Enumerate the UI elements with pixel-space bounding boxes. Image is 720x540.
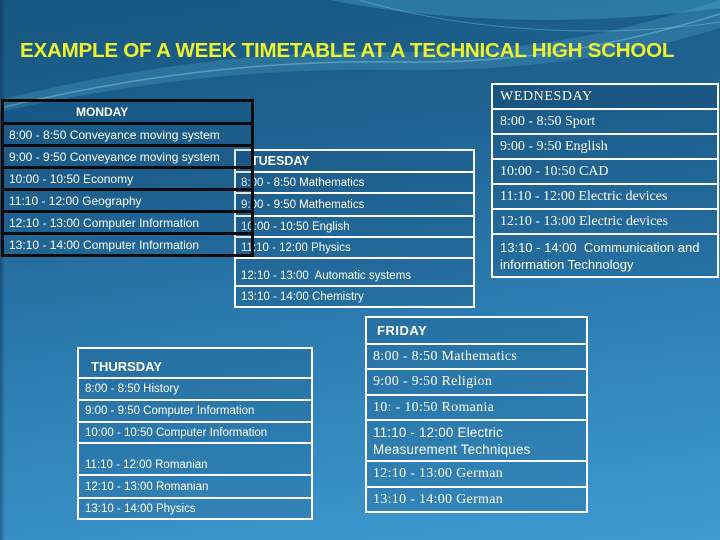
monday-slot: 12:10 - 13:00 Computer Information — [4, 210, 251, 232]
thursday-slot: 8:00 - 8:50 History — [79, 377, 311, 399]
wednesday-slot: 10:00 - 10:50 CAD — [493, 158, 717, 183]
wednesday-slot: 13:10 - 14:00 Communication and informat… — [493, 233, 717, 276]
left-edge-shade — [0, 0, 5, 540]
friday-slot: 9:00 - 9:50 Religion — [367, 368, 586, 394]
tuesday-slot: 8:00 - 8:50 Mathematics — [236, 171, 473, 192]
tuesday-slot: 11:10 - 12:00 Physics — [236, 236, 473, 257]
friday-slot: 13:10 - 14:00 German — [367, 486, 586, 511]
monday-slot: 11:10 - 12:00 Geography — [4, 188, 251, 210]
thursday-slot: 11:10 - 12:00 Romanian — [79, 442, 311, 474]
friday-header: FRIDAY — [367, 318, 586, 343]
monday-slot: 13:10 - 14:00 Computer Information — [4, 232, 251, 254]
wednesday-slot: 8:00 - 8:50 Sport — [493, 108, 717, 133]
friday-schedule: FRIDAY 8:00 - 8:50 Mathematics 9:00 - 9:… — [365, 316, 588, 513]
wednesday-slot: 12:10 - 13:00 Electric devices — [493, 208, 717, 233]
monday-slot: 9:00 - 9:50 Conveyance moving system — [4, 144, 251, 166]
monday-slot: 8:00 - 8:50 Conveyance moving system — [4, 122, 251, 144]
swoosh-band-top — [330, 0, 720, 20]
tuesday-slot: 10:00 - 10:50 English — [236, 215, 473, 236]
friday-slot: 10: - 10:50 Romania — [367, 394, 586, 419]
wednesday-schedule: WEDNESDAY 8:00 - 8:50 Sport 9:00 - 9:50 … — [491, 83, 719, 278]
tuesday-slot: 13:10 - 14:00 Chemistry — [236, 285, 473, 306]
thursday-slot: 12:10 - 13:00 Romanian — [79, 474, 311, 497]
thursday-slot: 9:00 - 9:50 Computer Information — [79, 399, 311, 421]
monday-header: MONDAY — [76, 105, 129, 119]
wednesday-slot: 11:10 - 12:00 Electric devices — [493, 183, 717, 208]
friday-slot: 12:10 - 13:00 German — [367, 460, 586, 486]
wednesday-header: WEDNESDAY — [493, 85, 717, 108]
monday-schedule: MONDAY 8:00 - 8:50 Conveyance moving sys… — [1, 99, 254, 257]
tuesday-slot: 9:00 - 9:50 Mathematics — [236, 192, 473, 215]
monday-slot: 10:00 - 10:50 Economy — [4, 166, 251, 188]
thursday-schedule: THURSDAY 8:00 - 8:50 History 9:00 - 9:50… — [77, 347, 313, 520]
page-title: EXAMPLE OF A WEEK TIMETABLE AT A TECHNIC… — [20, 39, 675, 62]
thursday-slot: 10:00 - 10:50 Computer Information — [79, 421, 311, 442]
tuesday-schedule: TUESDAY 8:00 - 8:50 Mathematics 9:00 - 9… — [234, 149, 475, 308]
thursday-header: THURSDAY — [79, 349, 311, 377]
thursday-slot: 13:10 - 14:00 Physics — [79, 497, 311, 518]
friday-slot: 8:00 - 8:50 Mathematics — [367, 343, 586, 368]
tuesday-slot: 12:10 - 13:00 Automatic systems — [236, 257, 473, 285]
tuesday-header: TUESDAY — [236, 151, 473, 171]
wednesday-slot: 9:00 - 9:50 English — [493, 133, 717, 158]
friday-slot: 11:10 - 12:00 Electric Measurement Techn… — [367, 419, 586, 460]
